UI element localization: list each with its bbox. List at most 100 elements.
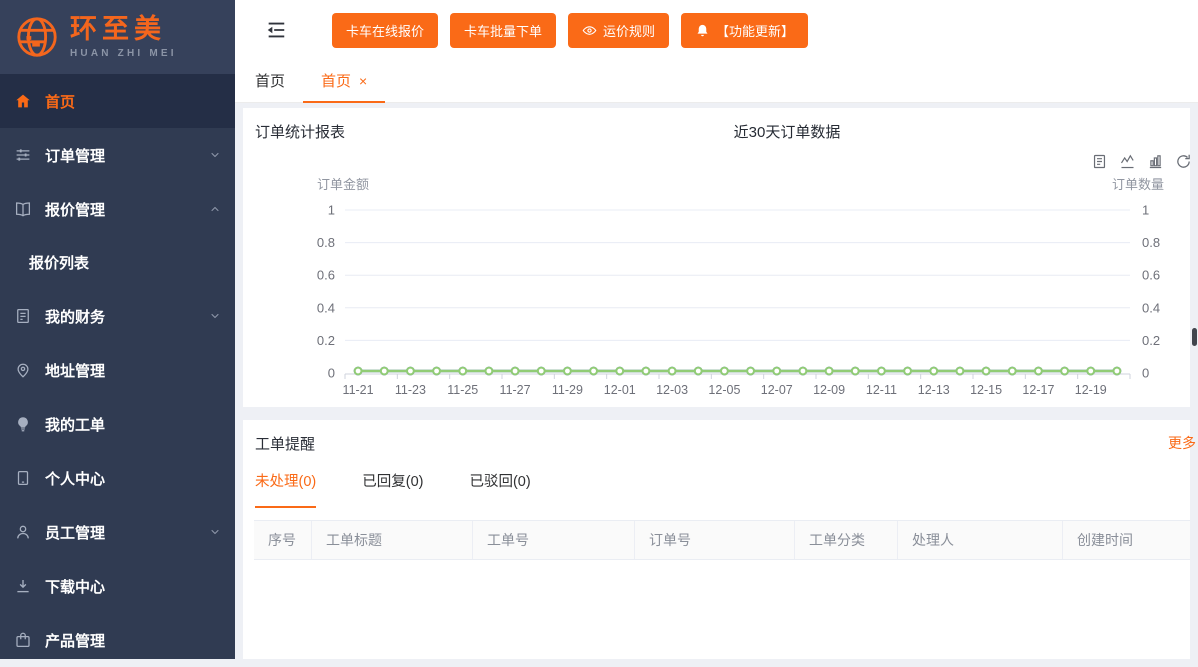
- button-label: 卡车在线报价: [346, 21, 424, 40]
- sidebar-item-label: 员工管理: [45, 522, 105, 543]
- sidebar-subitem-label: 报价列表: [29, 252, 89, 273]
- panel-title: 订单统计报表: [255, 121, 345, 142]
- home-icon: [14, 92, 32, 110]
- page-tab-0[interactable]: 首页: [237, 60, 303, 103]
- column-header: 工单标题: [312, 521, 473, 559]
- svg-text:12-05: 12-05: [708, 383, 740, 397]
- brand-name: 环至美: [70, 16, 177, 43]
- sidebar-item-quote-list[interactable]: 报价列表: [0, 236, 235, 289]
- line-chart-icon[interactable]: [1119, 153, 1136, 170]
- svg-text:11-25: 11-25: [447, 383, 478, 397]
- orders-chart: 000.20.20.40.40.60.60.80.811订单金额订单数量11-2…: [243, 108, 1190, 407]
- sliders-icon: [14, 146, 32, 164]
- topbar: 卡车在线报价 卡车批量下单 运价规则 【功能更新】: [235, 0, 1198, 60]
- location-icon: [14, 361, 32, 379]
- svg-text:11-21: 11-21: [343, 383, 374, 397]
- chevron-down-icon: [209, 526, 221, 538]
- svg-text:12-03: 12-03: [656, 383, 688, 397]
- close-tab-icon[interactable]: ×: [359, 74, 367, 88]
- eye-icon: [582, 23, 597, 38]
- sidebar-item-label: 我的工单: [45, 414, 105, 435]
- order-stats-panel: 订单统计报表 近30天订单数据 000.20.20.40.40.60.60.80…: [243, 108, 1190, 407]
- truck-online-quote-button[interactable]: 卡车在线报价: [332, 13, 438, 48]
- sidebar-item-home[interactable]: 首页: [0, 74, 235, 128]
- svg-text:12-09: 12-09: [813, 383, 845, 397]
- svg-text:12-15: 12-15: [970, 383, 1002, 397]
- finance-doc-icon: [14, 307, 32, 325]
- chevron-down-icon: [209, 310, 221, 322]
- svg-text:1: 1: [1142, 203, 1149, 218]
- svg-text:12-01: 12-01: [604, 383, 636, 397]
- ticket-table-empty-body: [254, 560, 1190, 659]
- svg-text:0.8: 0.8: [317, 235, 335, 250]
- svg-text:0.8: 0.8: [1142, 235, 1160, 250]
- bulb-icon: [14, 415, 32, 433]
- chevron-up-icon: [209, 203, 221, 215]
- svg-text:12-19: 12-19: [1075, 383, 1107, 397]
- restore-icon[interactable]: [1175, 153, 1192, 170]
- sidebar-item-label: 产品管理: [45, 630, 105, 651]
- sidebar-item-staff[interactable]: 员工管理: [0, 505, 235, 559]
- column-header: 序号: [254, 521, 312, 559]
- button-label: 运价规则: [603, 21, 655, 40]
- feature-update-button[interactable]: 【功能更新】: [681, 13, 808, 48]
- ticket-table-header: 序号工单标题工单号订单号工单分类处理人创建时间: [254, 520, 1190, 560]
- ticket-panel: 工单提醒 更多 未处理(0)已回复(0)已驳回(0) 序号工单标题工单号订单号工…: [243, 420, 1190, 659]
- page-tab-1[interactable]: 首页×: [303, 60, 385, 103]
- chart-toolbox: [1091, 153, 1192, 170]
- page-tabs: 首页首页×: [235, 60, 1198, 103]
- app-root: 环至美 HUAN ZHI MEI 首页订单管理报价管理报价列表我的财务地址管理我…: [0, 0, 1198, 659]
- sidebar-item-finance[interactable]: 我的财务: [0, 289, 235, 343]
- svg-text:12-07: 12-07: [761, 383, 793, 397]
- sidebar-item-downloads[interactable]: 下载中心: [0, 559, 235, 613]
- ticket-table: 序号工单标题工单号订单号工单分类处理人创建时间: [254, 520, 1190, 659]
- globe-logo-icon: [14, 14, 60, 60]
- ticket-tab-1[interactable]: 已回复(0): [362, 470, 423, 508]
- button-label: 【功能更新】: [716, 21, 794, 40]
- svg-text:1: 1: [328, 203, 335, 218]
- bar-chart-icon[interactable]: [1147, 153, 1164, 170]
- freight-rules-button[interactable]: 运价规则: [568, 13, 669, 48]
- column-header: 工单分类: [795, 521, 898, 559]
- tablet-icon: [14, 469, 32, 487]
- truck-batch-order-button[interactable]: 卡车批量下单: [450, 13, 556, 48]
- button-label: 卡车批量下单: [464, 21, 542, 40]
- svg-text:0.4: 0.4: [1142, 300, 1160, 315]
- sidebar-item-tickets[interactable]: 我的工单: [0, 397, 235, 451]
- column-header: 订单号: [635, 521, 795, 559]
- chart-title: 近30天订单数据: [734, 121, 841, 142]
- svg-text:0.4: 0.4: [317, 300, 335, 315]
- user-icon: [14, 523, 32, 541]
- sidebar-item-label: 地址管理: [45, 360, 105, 381]
- tab-label: 首页: [255, 70, 285, 91]
- collapse-sidebar-icon[interactable]: [265, 19, 287, 41]
- more-link[interactable]: 更多: [1168, 433, 1196, 453]
- book-icon: [14, 200, 32, 218]
- data-view-icon[interactable]: [1091, 153, 1108, 170]
- sidebar: 环至美 HUAN ZHI MEI 首页订单管理报价管理报价列表我的财务地址管理我…: [0, 0, 235, 659]
- sidebar-menu: 首页订单管理报价管理报价列表我的财务地址管理我的工单个人中心员工管理下载中心产品…: [0, 74, 235, 667]
- column-header: 处理人: [898, 521, 1063, 559]
- svg-text:11-23: 11-23: [395, 383, 426, 397]
- ticket-tab-0[interactable]: 未处理(0): [255, 470, 316, 508]
- svg-text:0: 0: [1142, 366, 1149, 381]
- svg-text:0: 0: [328, 366, 335, 381]
- sidebar-item-label: 我的财务: [45, 306, 105, 327]
- chevron-down-icon: [209, 149, 221, 161]
- sidebar-item-label: 首页: [45, 91, 75, 112]
- scrollbar-thumb[interactable]: [1192, 328, 1197, 346]
- svg-text:订单金额: 订单金额: [317, 177, 369, 192]
- logo[interactable]: 环至美 HUAN ZHI MEI: [0, 0, 235, 74]
- sidebar-item-quotes[interactable]: 报价管理: [0, 182, 235, 236]
- sidebar-item-label: 下载中心: [45, 576, 105, 597]
- package-icon: [14, 631, 32, 649]
- brand-subtitle: HUAN ZHI MEI: [70, 48, 177, 59]
- ticket-tab-2[interactable]: 已驳回(0): [469, 470, 530, 508]
- svg-text:11-27: 11-27: [500, 383, 531, 397]
- svg-text:11-29: 11-29: [552, 383, 583, 397]
- content-area: 订单统计报表 近30天订单数据 000.20.20.40.40.60.60.80…: [235, 103, 1198, 659]
- sidebar-item-profile[interactable]: 个人中心: [0, 451, 235, 505]
- sidebar-item-address[interactable]: 地址管理: [0, 343, 235, 397]
- sidebar-item-orders[interactable]: 订单管理: [0, 128, 235, 182]
- svg-text:订单数量: 订单数量: [1112, 177, 1164, 192]
